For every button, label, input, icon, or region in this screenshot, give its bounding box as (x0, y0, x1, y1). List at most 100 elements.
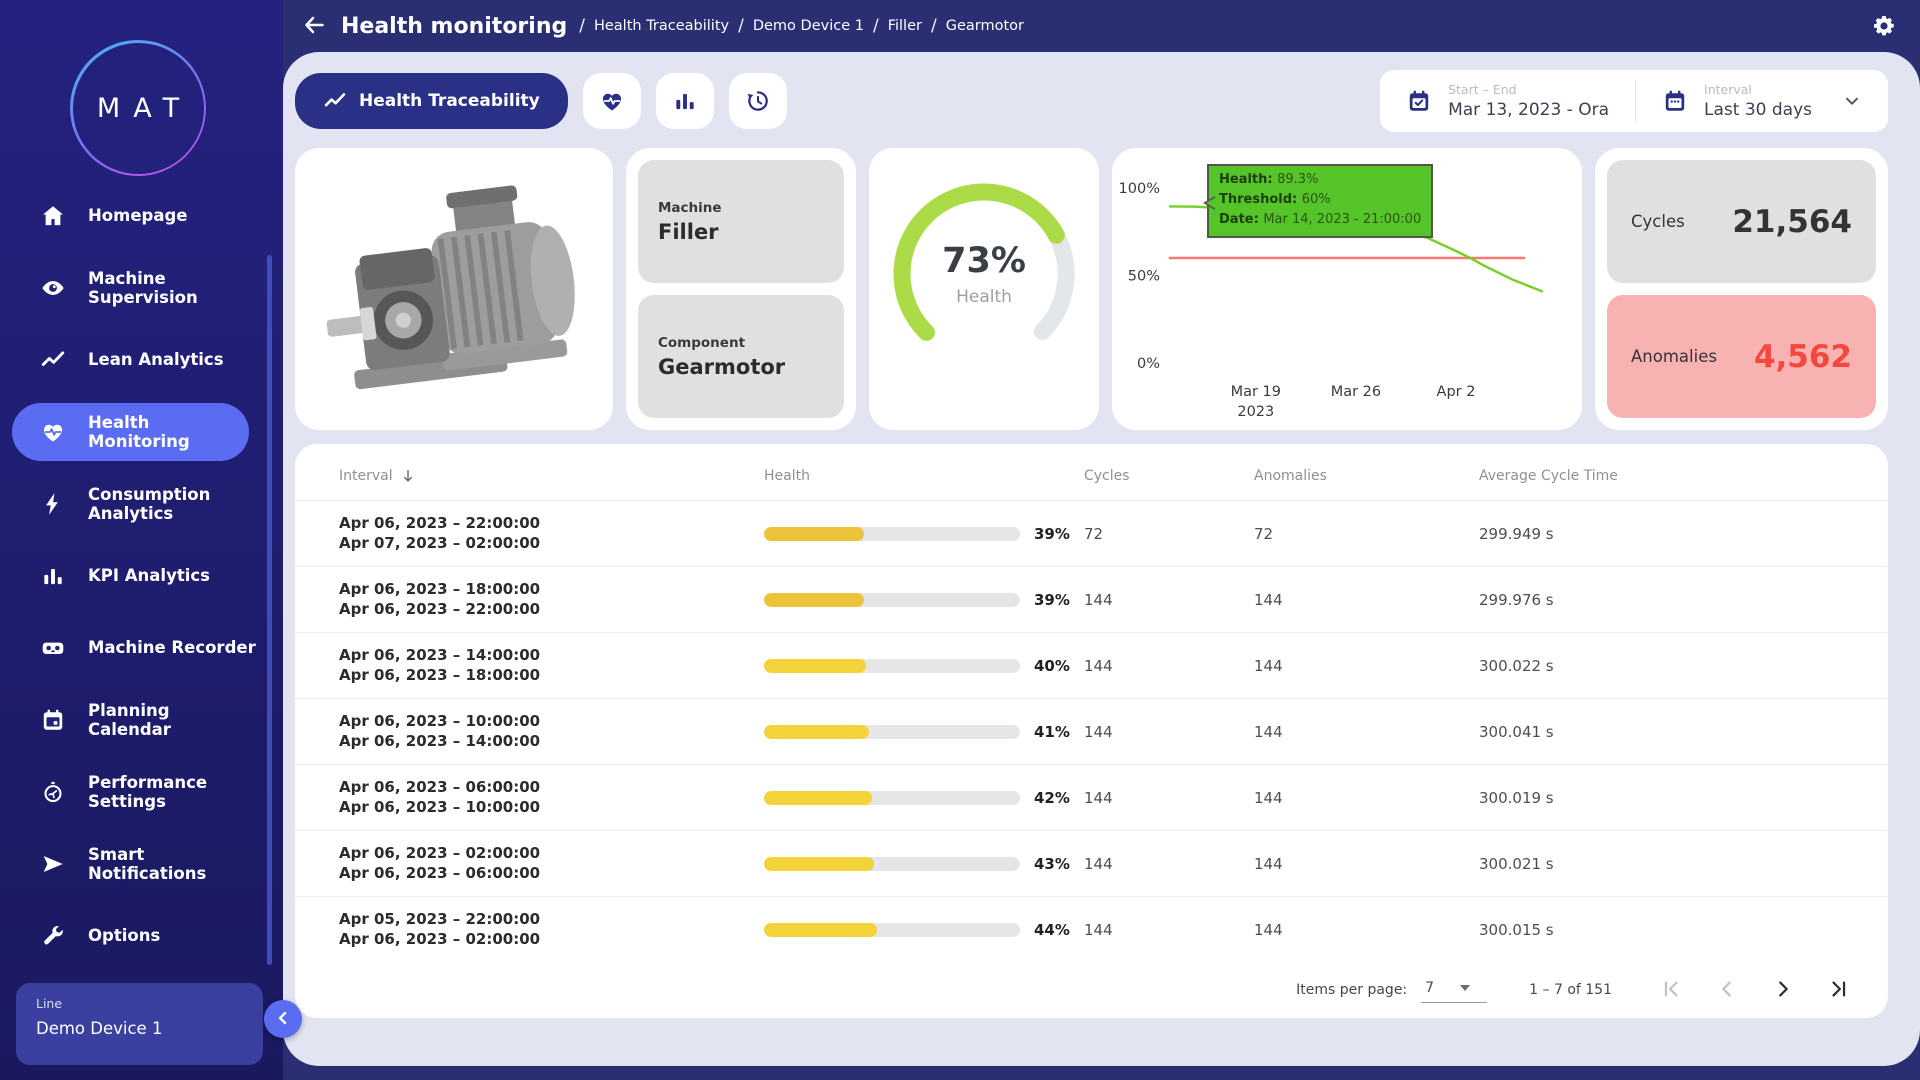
health-progress-track (764, 593, 1020, 607)
page-prev-icon (1716, 978, 1738, 1003)
columns-view-button[interactable] (656, 73, 714, 129)
sidebar-item-options[interactable]: Options (0, 900, 283, 972)
sidebar-item-machine-supervision[interactable]: Machine Supervision (0, 252, 283, 324)
sidebar-scrollbar[interactable] (267, 255, 272, 965)
health-progress-track (764, 527, 1020, 541)
cycles-value: 21,564 (1732, 204, 1852, 240)
top-bar: Health monitoring /Health Traceability/D… (283, 0, 1920, 52)
heart-pulse-view-button[interactable] (583, 73, 641, 129)
health-progress-fill (764, 725, 869, 739)
tooltip-row: Date: Mar 14, 2023 - 21:00:00 (1219, 210, 1421, 230)
pagination: Items per page: 7 1 – 7 of 151 (295, 962, 1888, 1018)
sidebar-item-lean-analytics[interactable]: Lean Analytics (0, 324, 283, 396)
table-row[interactable]: Apr 06, 2023 – 18:00:00 Apr 06, 2023 – 2… (295, 566, 1888, 632)
previous-page-button[interactable] (1706, 969, 1748, 1011)
column-anomalies[interactable]: Anomalies (1254, 468, 1479, 484)
intervals-table-card: Interval Health Cycles Anomalies Average… (295, 444, 1888, 1018)
health-cell: 40% (764, 657, 1084, 675)
sidebar-item-label: Lean Analytics (88, 350, 224, 369)
sidebar-item-planning-calendar[interactable]: Planning Calendar (0, 684, 283, 756)
table-row[interactable]: Apr 05, 2023 – 22:00:00 Apr 06, 2023 – 0… (295, 896, 1888, 962)
interval-start: Apr 06, 2023 – 14:00:00 (339, 646, 764, 666)
table-row[interactable]: Apr 06, 2023 – 06:00:00 Apr 06, 2023 – 1… (295, 764, 1888, 830)
anomalies-cell: 144 (1254, 855, 1479, 873)
device-name: Demo Device 1 (36, 1019, 243, 1038)
health-progress-fill (764, 923, 877, 937)
send-icon (40, 851, 66, 877)
table-row[interactable]: Apr 06, 2023 – 10:00:00 Apr 06, 2023 – 1… (295, 698, 1888, 764)
breadcrumb-item[interactable]: Filler (888, 18, 922, 34)
interval-cell: Apr 06, 2023 – 14:00:00 Apr 06, 2023 – 1… (339, 646, 764, 686)
wrench-icon (40, 923, 66, 949)
last-page-button[interactable] (1818, 969, 1860, 1011)
table-row[interactable]: Apr 06, 2023 – 14:00:00 Apr 06, 2023 – 1… (295, 632, 1888, 698)
health-cell: 39% (764, 525, 1084, 543)
interval-cell: Apr 06, 2023 – 10:00:00 Apr 06, 2023 – 1… (339, 712, 764, 752)
sidebar-item-homepage[interactable]: Homepage (0, 180, 283, 252)
device-selector-card[interactable]: Line Demo Device 1 (16, 983, 263, 1065)
breadcrumb-item[interactable]: Gearmotor (946, 18, 1024, 34)
svg-text:2023: 2023 (1237, 404, 1274, 420)
machine-image (320, 178, 588, 400)
sidebar-item-machine-recorder[interactable]: Machine Recorder (0, 612, 283, 684)
svg-text:Mar 19: Mar 19 (1231, 384, 1281, 400)
sidebar-item-label: Homepage (88, 206, 187, 225)
interval-start: Apr 06, 2023 – 22:00:00 (339, 514, 764, 534)
health-progress-track (764, 659, 1020, 673)
back-button[interactable] (301, 13, 327, 39)
health-progress-fill (764, 659, 866, 673)
health-percent: 43% (1034, 855, 1070, 873)
next-page-button[interactable] (1762, 969, 1804, 1011)
sidebar-item-health-monitoring[interactable]: Health Monitoring (12, 403, 249, 461)
anomalies-cell: 144 (1254, 591, 1479, 609)
interval-select[interactable]: Interval Last 30 days (1636, 82, 1888, 120)
gear-icon (1872, 26, 1896, 41)
overview-cards: Machine Filler Component Gearmotor 73% H… (295, 148, 1888, 430)
columns-icon (672, 88, 698, 114)
column-interval[interactable]: Interval (339, 467, 764, 485)
sidebar-collapse-button[interactable] (264, 1000, 302, 1038)
history-view-button[interactable] (729, 73, 787, 129)
sidebar-item-label: Performance Settings (88, 773, 207, 812)
interval-end: Apr 07, 2023 – 02:00:00 (339, 534, 764, 554)
items-per-page-select[interactable]: 7 (1421, 978, 1487, 1003)
trend-icon (40, 347, 66, 373)
page-next-icon (1772, 978, 1794, 1003)
first-page-button[interactable] (1650, 969, 1692, 1011)
tab-health-traceability[interactable]: Health Traceability (295, 73, 568, 129)
view-toolbar: Health Traceability Start – End Mar 13, … (295, 70, 1888, 132)
breadcrumb-item[interactable]: Health Traceability (594, 18, 729, 34)
health-cell: 44% (764, 921, 1084, 939)
interval-cell: Apr 06, 2023 – 22:00:00 Apr 07, 2023 – 0… (339, 514, 764, 554)
machine-subcard: Machine Filler (638, 160, 844, 283)
anomalies-stat: Anomalies 4,562 (1607, 295, 1876, 418)
interval-end: Apr 06, 2023 – 14:00:00 (339, 732, 764, 752)
table-row[interactable]: Apr 06, 2023 – 02:00:00 Apr 06, 2023 – 0… (295, 830, 1888, 896)
interval-cell: Apr 05, 2023 – 22:00:00 Apr 06, 2023 – 0… (339, 910, 764, 950)
view-switch-buttons (583, 73, 787, 129)
sidebar-item-kpi-analytics[interactable]: KPI Analytics (0, 540, 283, 612)
sidebar-item-performance-settings[interactable]: Performance Settings (0, 756, 283, 828)
breadcrumb-item[interactable]: Demo Device 1 (753, 18, 864, 34)
svg-text:0%: 0% (1137, 356, 1160, 372)
interval-end: Apr 06, 2023 – 02:00:00 (339, 930, 764, 950)
anomalies-cell: 144 (1254, 789, 1479, 807)
recorder-icon (40, 635, 66, 661)
health-trend-chart-card: 100%50%0%Mar 192023Mar 26Apr 2 Health: 8… (1112, 148, 1582, 430)
column-average-cycle-time[interactable]: Average Cycle Time (1479, 468, 1844, 484)
cycles-cell: 144 (1084, 723, 1254, 741)
table-row[interactable]: Apr 06, 2023 – 22:00:00 Apr 07, 2023 – 0… (295, 500, 1888, 566)
anomalies-cell: 144 (1254, 657, 1479, 675)
sidebar-item-smart-notifications[interactable]: Smart Notifications (0, 828, 283, 900)
bar-chart-icon (40, 563, 66, 589)
column-health[interactable]: Health (764, 468, 1084, 484)
page-range: 1 – 7 of 151 (1529, 982, 1612, 998)
date-range-picker[interactable]: Start – End Mar 13, 2023 - Ora (1380, 82, 1635, 120)
settings-gear-button[interactable] (1872, 14, 1896, 38)
health-progress-track (764, 725, 1020, 739)
health-percent: 39% (1034, 591, 1070, 609)
date-range-label: Start – End (1448, 82, 1609, 97)
sidebar-item-consumption-analytics[interactable]: Consumption Analytics (0, 468, 283, 540)
column-cycles[interactable]: Cycles (1084, 468, 1254, 484)
table-body: Apr 06, 2023 – 22:00:00 Apr 07, 2023 – 0… (295, 500, 1888, 962)
